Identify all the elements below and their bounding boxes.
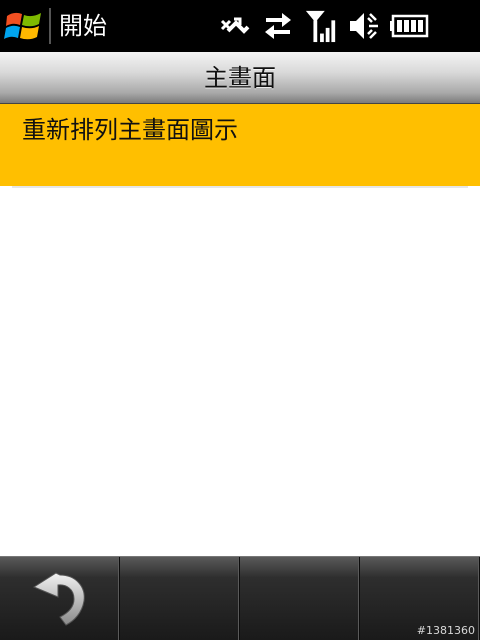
status-bar: 開始 — [0, 0, 480, 52]
status-icons — [218, 8, 430, 44]
data-transfer-icon — [265, 13, 291, 39]
softkey-3[interactable] — [240, 557, 360, 640]
softkey-back[interactable] — [0, 557, 120, 640]
title-bar: 主畫面 — [0, 52, 480, 104]
watermark: #1381360 — [416, 624, 475, 637]
list-item-label: 重新排列主畫面圖示 — [22, 116, 238, 144]
status-divider — [49, 8, 51, 44]
battery-icon — [390, 14, 429, 38]
page-title: 主畫面 — [204, 64, 276, 92]
start-label[interactable]: 開始 — [59, 10, 107, 42]
no-sync-icon — [220, 17, 250, 34]
signal-strength-icon — [305, 10, 336, 43]
windows-start-icon[interactable] — [4, 8, 44, 46]
list-separator — [12, 186, 468, 188]
list-item-rearrange-home-icons[interactable]: 重新排列主畫面圖示 — [0, 104, 480, 186]
softkey-bar: #1381360 — [0, 556, 480, 640]
back-icon — [32, 572, 85, 626]
screen: 開始 主畫面 重新排列主畫面圖示 #1381360 — [0, 0, 480, 640]
speaker-muted-icon — [350, 13, 378, 39]
softkey-2[interactable] — [120, 557, 240, 640]
